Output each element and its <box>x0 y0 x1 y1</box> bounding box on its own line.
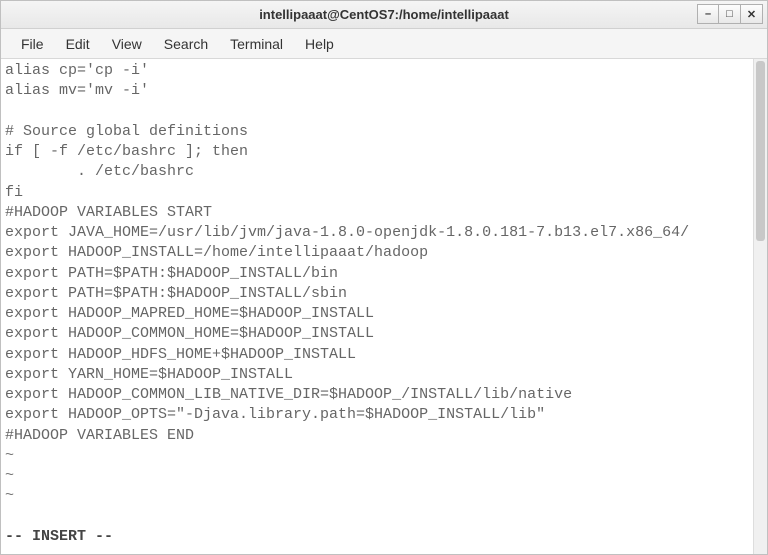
editor-text: alias cp='cp -i' alias mv='mv -i' # Sour… <box>5 62 689 444</box>
menu-edit[interactable]: Edit <box>56 32 100 56</box>
window-controls: – □ ✕ <box>697 4 763 24</box>
window-title: intellipaaat@CentOS7:/home/intellipaaat <box>259 7 509 22</box>
vim-status-line: -- INSERT -- <box>5 528 113 545</box>
menubar: File Edit View Search Terminal Help <box>1 29 767 59</box>
menu-terminal[interactable]: Terminal <box>220 32 293 56</box>
menu-search[interactable]: Search <box>154 32 218 56</box>
scrollbar-thumb[interactable] <box>756 61 765 241</box>
close-button[interactable]: ✕ <box>741 4 763 24</box>
titlebar: intellipaaat@CentOS7:/home/intellipaaat … <box>1 1 767 29</box>
maximize-button[interactable]: □ <box>719 4 741 24</box>
terminal-window: intellipaaat@CentOS7:/home/intellipaaat … <box>0 0 768 555</box>
scrollbar-track[interactable] <box>753 59 767 554</box>
menu-view[interactable]: View <box>102 32 152 56</box>
vim-tilde: ~ <box>5 447 14 464</box>
vim-tilde: ~ <box>5 467 14 484</box>
menu-help[interactable]: Help <box>295 32 344 56</box>
terminal-content[interactable]: alias cp='cp -i' alias mv='mv -i' # Sour… <box>1 59 753 554</box>
vim-tilde: ~ <box>5 487 14 504</box>
minimize-button[interactable]: – <box>697 4 719 24</box>
menu-file[interactable]: File <box>11 32 54 56</box>
terminal-area: alias cp='cp -i' alias mv='mv -i' # Sour… <box>1 59 767 554</box>
